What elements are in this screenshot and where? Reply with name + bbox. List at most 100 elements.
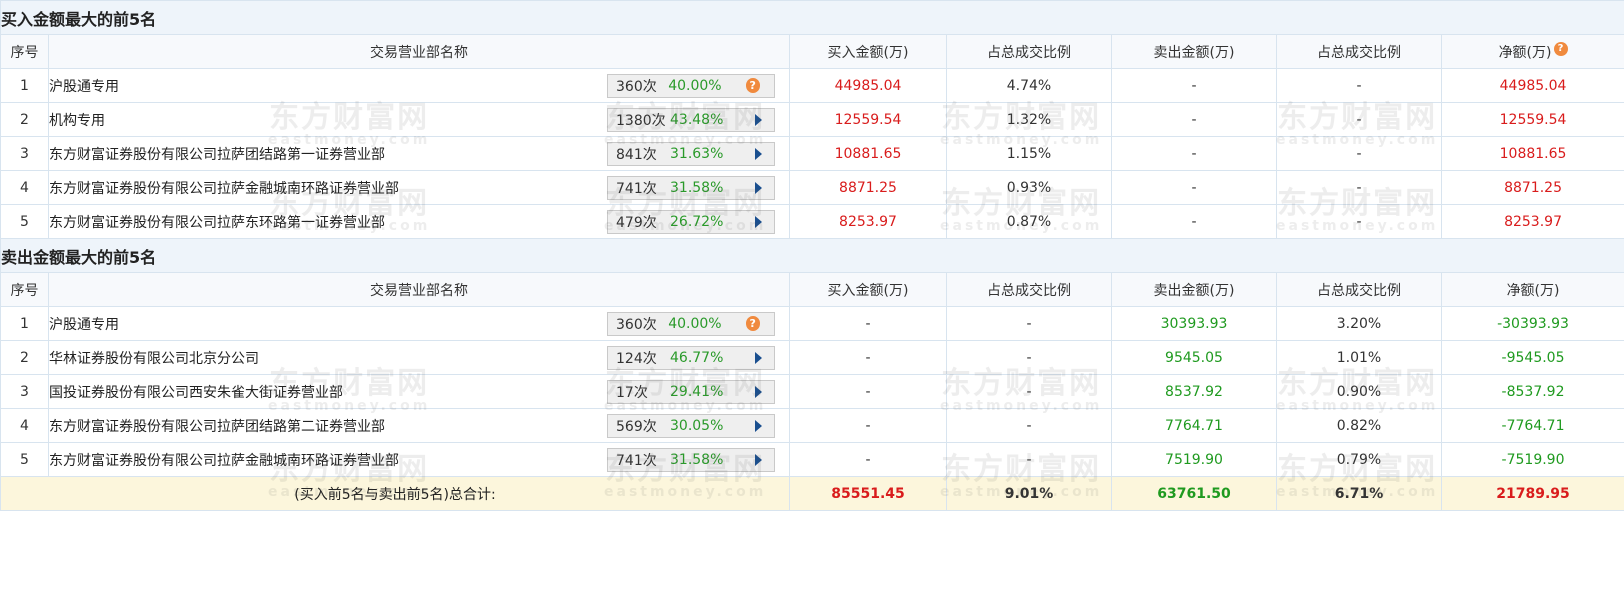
arrow-right-icon[interactable] xyxy=(755,453,762,466)
sell-ratio: - xyxy=(1276,170,1442,205)
broker-name[interactable]: 华林证券股份有限公司北京分公司 xyxy=(50,348,260,368)
win-rate: 26.72% xyxy=(670,213,724,230)
total-buy-amount: 85551.45 xyxy=(789,476,947,511)
buy-ratio: 1.15% xyxy=(946,136,1112,171)
table-row: 3 国投证券股份有限公司西安朱雀大街证券营业部 17次 29.41% - -8537.92… xyxy=(0,374,1624,409)
broker-name-cell: 沪股通专用 360次 40.00%? xyxy=(48,306,790,341)
broker-name-wrap: 沪股通专用 360次 40.00%? xyxy=(50,311,789,336)
sell-top5-header-row: 序号 交易营业部名称 买入金额(万) 占总成交比例 卖出金额(万) 占总成交比例 净额(万) xyxy=(0,272,1624,307)
dragon-tiger-board: 买入金额最大的前5名 序号 交易营业部名称 买入金额(万) 占总成交比例 卖出金额(万) 占… xyxy=(0,0,1624,595)
net-amount: -30393.93 xyxy=(1440,306,1624,341)
arrow-right-icon[interactable] xyxy=(755,385,762,398)
listing-count: 1380次 xyxy=(616,112,666,129)
win-rate: 29.41% xyxy=(670,383,724,400)
buy-amount: - xyxy=(789,408,947,443)
listing-count: 841次 xyxy=(616,146,657,163)
broker-name-cell: 沪股通专用 360次 40.00%? xyxy=(48,68,790,103)
buy-top5-title-row: 买入金额最大的前5名 xyxy=(0,0,1624,35)
sell-amount: 30393.93 xyxy=(1111,306,1277,341)
broker-name-wrap: 东方财富证券股份有限公司拉萨团结路第二证券营业部 569次 30.05% xyxy=(50,413,789,438)
total-sell-ratio: 6.71% xyxy=(1276,476,1442,511)
help-icon[interactable]: ? xyxy=(745,78,760,93)
sell-amount: - xyxy=(1111,136,1277,171)
net-amount: -9545.05 xyxy=(1440,340,1624,375)
broker-stats-button[interactable]: 741次 31.58% xyxy=(607,447,775,472)
column-header-label: 占总成交比例 xyxy=(1317,282,1401,299)
broker-name-cell: 东方财富证券股份有限公司拉萨东环路第一证券营业部 479次 26.72% xyxy=(48,204,790,239)
buy-amount: 44985.04 xyxy=(789,68,947,103)
total-buy-ratio: 9.01% xyxy=(946,476,1112,511)
broker-stats-button[interactable]: 841次 31.63% xyxy=(607,141,775,166)
sell-amount: - xyxy=(1111,68,1277,103)
arrow-right-icon[interactable] xyxy=(755,181,762,194)
row-index: 4 xyxy=(0,170,49,205)
listing-count: 479次 xyxy=(616,214,657,231)
net-amount: -7519.90 xyxy=(1440,442,1624,477)
broker-name[interactable]: 沪股通专用 xyxy=(50,314,120,334)
broker-name-wrap: 华林证券股份有限公司北京分公司 124次 46.77% xyxy=(50,345,789,370)
table-row: 3 东方财富证券股份有限公司拉萨团结路第一证券营业部 841次 31.63% 10881… xyxy=(0,136,1624,171)
help-icon[interactable]: ? xyxy=(1553,41,1568,56)
buy-amount: 10881.65 xyxy=(789,136,947,171)
broker-name-wrap: 东方财富证券股份有限公司拉萨金融城南环路证券营业部 741次 31.58% xyxy=(50,447,789,472)
broker-stats-button[interactable]: 124次 46.77% xyxy=(607,345,775,370)
buy-ratio: - xyxy=(946,306,1112,341)
column-header-label: 净额(万) xyxy=(1498,44,1552,61)
buy-amount: - xyxy=(789,374,947,409)
arrow-right-icon[interactable] xyxy=(755,419,762,432)
column-header: 序号 xyxy=(0,272,49,307)
buy-amount: 8253.97 xyxy=(789,204,947,239)
win-rate: 31.63% xyxy=(670,145,724,162)
broker-name[interactable]: 东方财富证券股份有限公司拉萨团结路第二证券营业部 xyxy=(50,416,386,436)
column-header: 占总成交比例 xyxy=(1276,34,1442,69)
broker-name-wrap: 东方财富证券股份有限公司拉萨东环路第一证券营业部 479次 26.72% xyxy=(50,209,789,234)
broker-stats-button[interactable]: 741次 31.58% xyxy=(607,175,775,200)
sell-ratio: - xyxy=(1276,68,1442,103)
broker-name-cell: 机构专用 1380次 43.48% xyxy=(48,102,790,137)
broker-stats-button[interactable]: 360次 40.00%? xyxy=(607,311,775,336)
broker-name[interactable]: 国投证券股份有限公司西安朱雀大街证券营业部 xyxy=(50,382,344,402)
broker-name[interactable]: 东方财富证券股份有限公司拉萨金融城南环路证券营业部 xyxy=(50,178,400,198)
broker-name[interactable]: 东方财富证券股份有限公司拉萨团结路第一证券营业部 xyxy=(50,144,386,164)
broker-name[interactable]: 东方财富证券股份有限公司拉萨东环路第一证券营业部 xyxy=(50,212,386,232)
sell-amount: 7764.71 xyxy=(1111,408,1277,443)
broker-name[interactable]: 东方财富证券股份有限公司拉萨金融城南环路证券营业部 xyxy=(50,450,400,470)
column-header-label: 占总成交比例 xyxy=(1317,44,1401,61)
broker-stats-button[interactable]: 1380次 43.48% xyxy=(607,107,775,132)
arrow-right-icon[interactable] xyxy=(755,113,762,126)
help-icon[interactable]: ? xyxy=(745,316,760,331)
broker-name-wrap: 东方财富证券股份有限公司拉萨团结路第一证券营业部 841次 31.63% xyxy=(50,141,789,166)
broker-stats-button[interactable]: 569次 30.05% xyxy=(607,413,775,438)
broker-stats-button[interactable]: 360次 40.00%? xyxy=(607,73,775,98)
column-header-label: 买入金额(万) xyxy=(827,44,909,61)
broker-name[interactable]: 机构专用 xyxy=(50,110,106,130)
arrow-right-icon[interactable] xyxy=(755,215,762,228)
column-header: 净额(万)? xyxy=(1440,34,1624,69)
arrow-right-icon[interactable] xyxy=(755,147,762,160)
win-rate: 43.48% xyxy=(670,111,724,128)
buy-ratio: - xyxy=(946,340,1112,375)
win-rate: 46.77% xyxy=(670,349,724,366)
column-header: 卖出金额(万) xyxy=(1111,272,1277,307)
row-index: 5 xyxy=(0,442,49,477)
win-rate: 40.00% xyxy=(668,77,722,94)
sell-ratio: - xyxy=(1276,136,1442,171)
buy-ratio: - xyxy=(946,408,1112,443)
table-row: 5 东方财富证券股份有限公司拉萨金融城南环路证券营业部 741次 31.58% - -75… xyxy=(0,442,1624,477)
arrow-right-icon[interactable] xyxy=(755,351,762,364)
net-amount: -8537.92 xyxy=(1440,374,1624,409)
column-header-label: 序号 xyxy=(10,44,39,61)
column-header-label: 买入金额(万) xyxy=(827,282,909,299)
column-header-label: 净额(万) xyxy=(1506,282,1560,299)
buy-amount: 12559.54 xyxy=(789,102,947,137)
row-index: 5 xyxy=(0,204,49,239)
column-header: 序号 xyxy=(0,34,49,69)
broker-stats-button[interactable]: 17次 29.41% xyxy=(607,379,775,404)
column-header: 净额(万) xyxy=(1440,272,1624,307)
net-amount: -7764.71 xyxy=(1440,408,1624,443)
broker-stats-button[interactable]: 479次 26.72% xyxy=(607,209,775,234)
broker-name-wrap: 沪股通专用 360次 40.00%? xyxy=(50,73,789,98)
broker-name[interactable]: 沪股通专用 xyxy=(50,76,120,96)
table-row: 1 沪股通专用 360次 40.00%? - -30393.93 3.20% -30393.9… xyxy=(0,306,1624,341)
sell-amount: 7519.90 xyxy=(1111,442,1277,477)
